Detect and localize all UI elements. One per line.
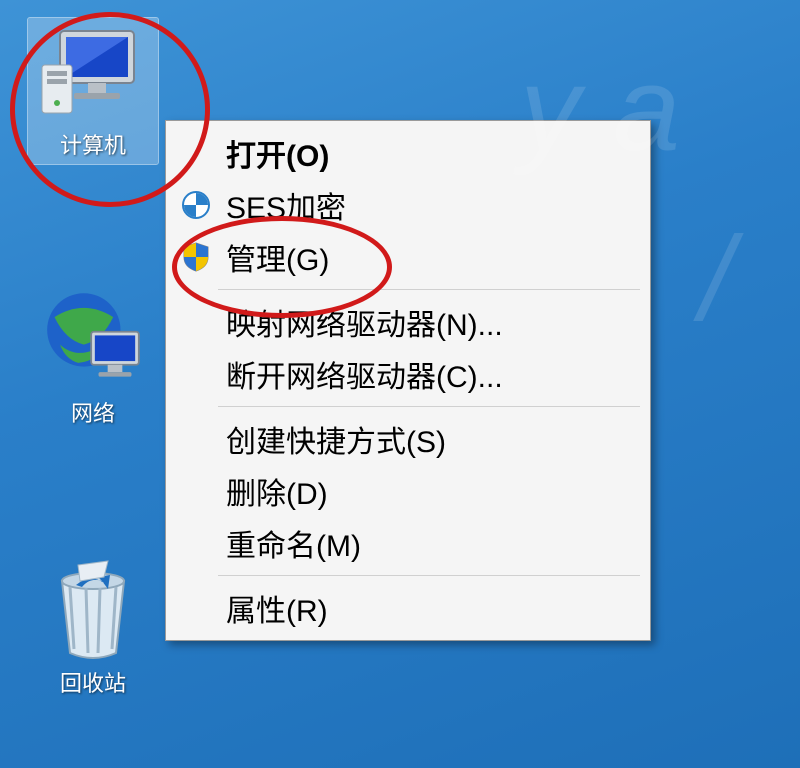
recycle-bin-icon (38, 560, 148, 660)
menu-separator (218, 406, 640, 407)
desktop-icon-label: 回收站 (28, 666, 158, 698)
menu-item-open[interactable]: 打开(O) (168, 127, 648, 179)
menu-item-label: 删除(D) (226, 469, 328, 513)
menu-item-label: SES加密 (226, 183, 346, 227)
menu-item-ses-encrypt[interactable]: SES加密 (168, 179, 648, 231)
menu-item-properties[interactable]: 属性(R) (168, 582, 648, 634)
blank-icon (176, 471, 216, 511)
menu-item-delete[interactable]: 删除(D) (168, 465, 648, 517)
menu-item-label: 映射网络驱动器(N)... (226, 300, 503, 344)
menu-item-label: 管理(G) (226, 235, 329, 279)
menu-item-rename[interactable]: 重命名(M) (168, 517, 648, 569)
blank-icon (176, 133, 216, 173)
desktop-icon-recycle-bin[interactable]: 回收站 (28, 560, 158, 698)
blank-icon (176, 419, 216, 459)
menu-separator (218, 289, 640, 290)
menu-item-map-network-drive[interactable]: 映射网络驱动器(N)... (168, 296, 648, 348)
shield-uac-icon (176, 237, 216, 277)
menu-item-create-shortcut[interactable]: 创建快捷方式(S) (168, 413, 648, 465)
ses-icon (176, 185, 216, 225)
blank-icon (176, 302, 216, 342)
menu-item-disconnect-network-drive[interactable]: 断开网络驱动器(C)... (168, 348, 648, 400)
computer-icon (38, 22, 148, 122)
desktop-icon-network[interactable]: 网络 (28, 290, 158, 428)
blank-icon (176, 523, 216, 563)
network-icon (38, 290, 148, 390)
desktop-icon-computer[interactable]: 计算机 (28, 18, 158, 164)
menu-item-label: 重命名(M) (226, 521, 361, 565)
watermark: / (700, 210, 733, 348)
menu-item-label: 打开(O) (226, 131, 329, 175)
desktop-icon-label: 网络 (28, 396, 158, 428)
menu-item-label: 创建快捷方式(S) (226, 417, 446, 461)
menu-item-manage[interactable]: 管理(G) (168, 231, 648, 283)
desktop-icon-label: 计算机 (28, 128, 158, 160)
context-menu: 打开(O) SES加密 管理(G) 映射网络驱动器(N)... (165, 120, 651, 641)
blank-icon (176, 354, 216, 394)
menu-item-label: 断开网络驱动器(C)... (226, 352, 503, 396)
menu-separator (218, 575, 640, 576)
menu-item-label: 属性(R) (226, 586, 328, 630)
blank-icon (176, 588, 216, 628)
